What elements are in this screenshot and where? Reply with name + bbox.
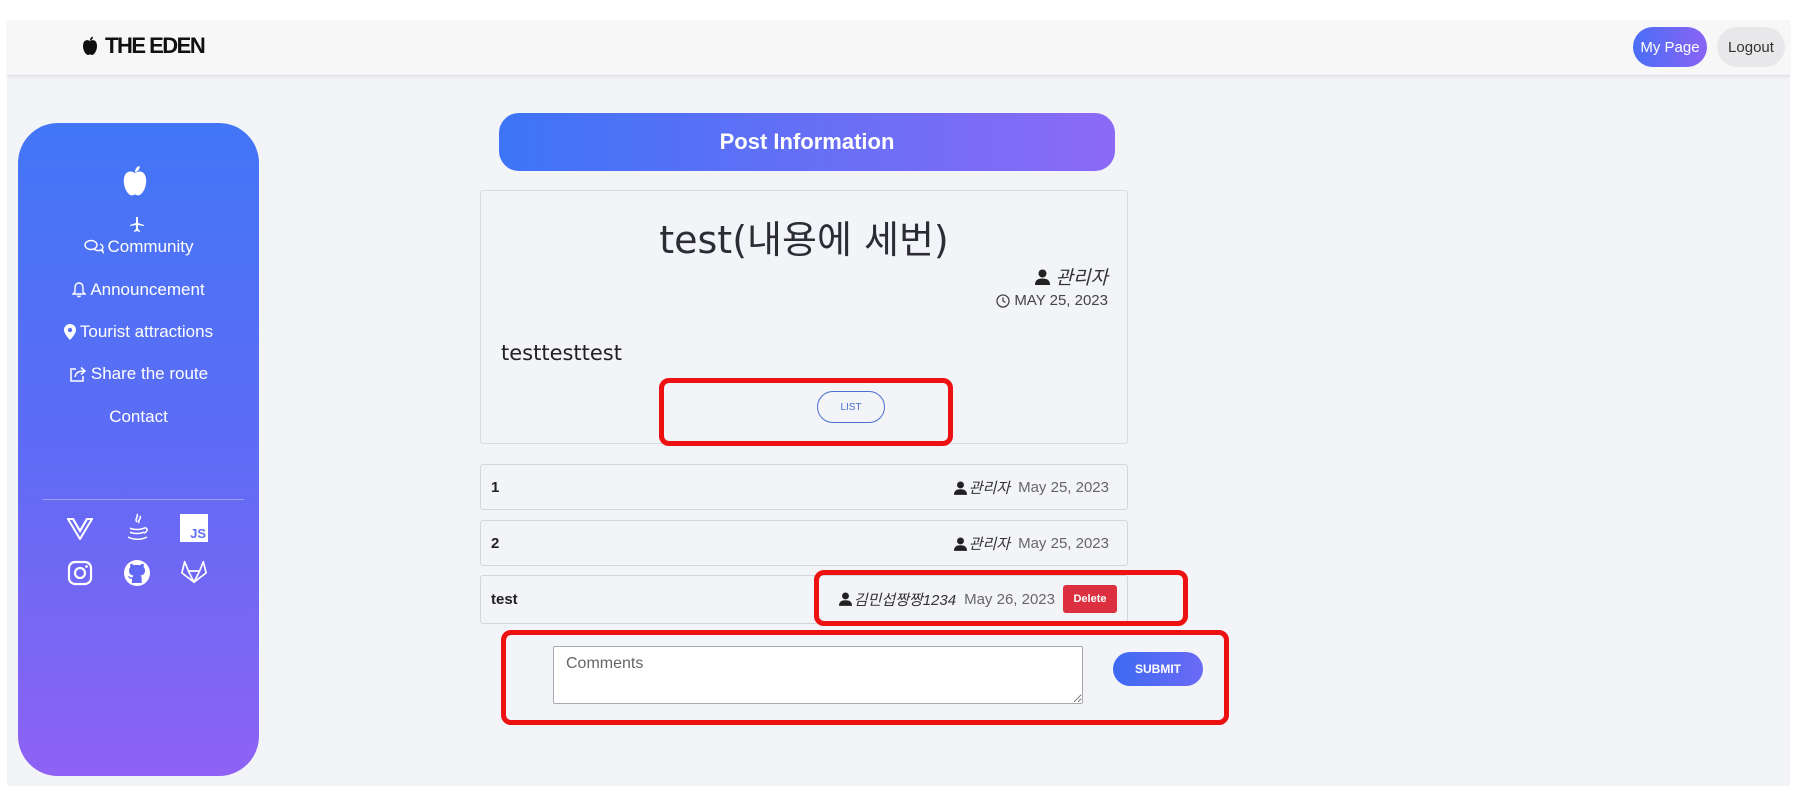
- vue-icon[interactable]: [66, 515, 94, 543]
- comment-meta: 관리자 May 25, 2023: [953, 477, 1109, 498]
- javascript-icon[interactable]: JS: [180, 514, 208, 542]
- chat-bubbles-icon: [83, 239, 104, 254]
- comment-text: 1: [491, 479, 500, 496]
- user-icon: [1034, 269, 1050, 285]
- apple-icon: [83, 36, 97, 55]
- sidebar-divider: [42, 499, 244, 500]
- sidebar-item-community[interactable]: Community: [18, 237, 259, 257]
- github-icon[interactable]: [123, 559, 151, 587]
- highlight-comment-form-box: [501, 630, 1229, 725]
- post-author: 관리자: [1034, 263, 1108, 290]
- comment-row: 1 관리자 May 25, 2023: [480, 464, 1128, 510]
- sidebar-item-label: Tourist attractions: [79, 322, 214, 341]
- sidebar-item-contact[interactable]: Contact: [18, 407, 259, 427]
- post-body: testtesttest: [501, 341, 622, 365]
- comment-author-name: 관리자: [968, 536, 1011, 553]
- comment-meta: 관리자 May 25, 2023: [953, 533, 1109, 554]
- post-date-text: MAY 25, 2023: [1014, 292, 1108, 309]
- logout-button[interactable]: Logout: [1717, 27, 1785, 67]
- sidebar-item-label: Share the route: [90, 364, 209, 383]
- sidebar-item-label: Contact: [109, 407, 168, 426]
- comment-author: 관리자: [953, 533, 1011, 554]
- comment-date: May 25, 2023: [1018, 535, 1109, 552]
- instagram-icon[interactable]: [66, 559, 94, 587]
- post-author-name: 관리자: [1055, 268, 1108, 289]
- sidebar-item-label: Announcement: [90, 280, 205, 299]
- clock-icon: [996, 293, 1010, 308]
- airplane-icon: [130, 217, 144, 232]
- top-navbar: THE EDEN My Page Logout: [7, 20, 1790, 76]
- page: THE EDEN My Page Logout Community Announ…: [7, 20, 1790, 786]
- user-icon: [953, 537, 967, 551]
- post-title: test(내용에 세번): [659, 218, 949, 262]
- post-information-header: Post Information: [499, 113, 1115, 171]
- apple-logo-icon[interactable]: [122, 165, 148, 197]
- brand-logo[interactable]: THE EDEN: [82, 33, 206, 59]
- share-icon: [70, 366, 87, 382]
- sidebar-item-tourist-attractions[interactable]: Tourist attractions: [18, 322, 259, 342]
- comment-text: test: [491, 591, 518, 608]
- comment-date: May 25, 2023: [1018, 479, 1109, 496]
- highlight-delete-box: [814, 570, 1188, 626]
- sidebar-item-share-route[interactable]: Share the route: [18, 364, 259, 384]
- user-icon: [953, 481, 967, 495]
- js-label: JS: [190, 526, 206, 541]
- comment-author: 관리자: [953, 477, 1011, 498]
- sidebar-item-announcement[interactable]: Announcement: [18, 280, 259, 300]
- map-pin-icon: [63, 324, 76, 340]
- post-date: MAY 25, 2023: [996, 292, 1108, 309]
- bell-icon: [72, 282, 87, 298]
- my-page-button[interactable]: My Page: [1633, 27, 1707, 67]
- comment-row: 2 관리자 May 25, 2023: [480, 520, 1128, 566]
- gitlab-icon[interactable]: [180, 557, 208, 585]
- comment-author-name: 관리자: [968, 480, 1011, 497]
- java-icon[interactable]: [123, 513, 151, 541]
- sidebar: Community Announcement Tourist attractio…: [18, 123, 259, 776]
- comment-text: 2: [491, 535, 500, 552]
- brand-name: THE EDEN: [105, 33, 206, 58]
- sidebar-item-label: Community: [107, 237, 194, 256]
- highlight-list-box: [659, 378, 953, 446]
